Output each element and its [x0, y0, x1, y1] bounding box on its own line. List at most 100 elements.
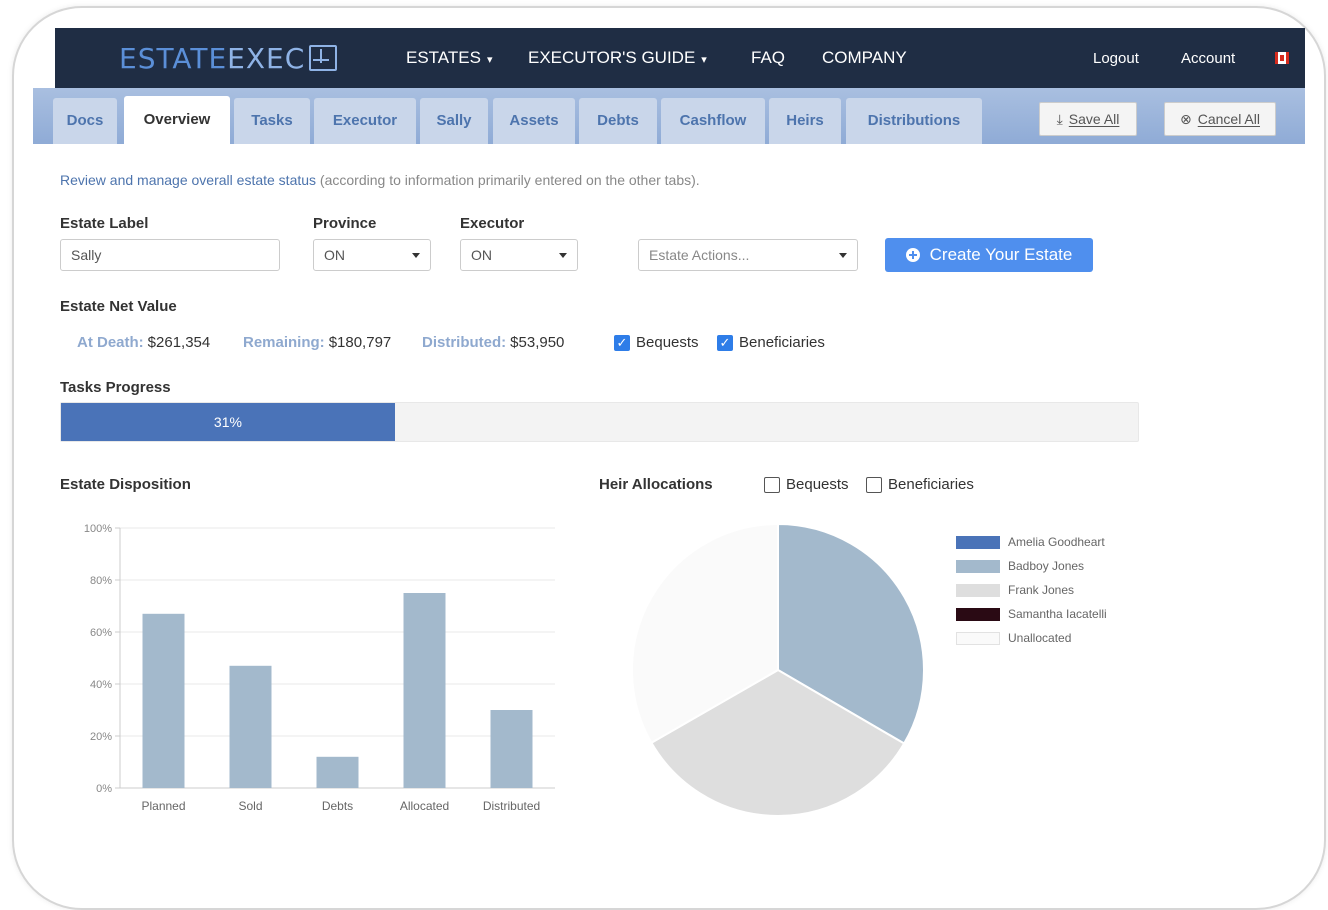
bar-distributed[interactable]: [490, 710, 533, 788]
create-estate-button[interactable]: Create Your Estate: [885, 238, 1093, 272]
x-tick-label: Debts: [322, 799, 353, 813]
legend-label: Unallocated: [1008, 631, 1072, 645]
heir-beneficiaries-label: Beneficiaries: [888, 476, 974, 493]
y-tick-label: 100%: [84, 523, 112, 535]
download-icon: ⤓: [1056, 111, 1063, 127]
tab-sally[interactable]: Sally: [420, 98, 488, 144]
net-bequests-label: Bequests: [636, 334, 699, 351]
legend-label: Amelia Goodheart: [1008, 535, 1105, 549]
y-tick-label: 60%: [90, 627, 112, 639]
net-bequests-checkbox[interactable]: ✓ Bequests: [614, 334, 699, 351]
intro-link[interactable]: Review and manage overall estate status: [60, 172, 316, 188]
bar-debts[interactable]: [316, 756, 359, 788]
nav-estates[interactable]: ESTATES ▾: [406, 48, 492, 68]
province-select[interactable]: ON: [313, 239, 431, 271]
bar-planned[interactable]: [142, 613, 185, 788]
plus-circle-icon: [905, 248, 920, 262]
estate-disposition-chart: 0% 20% 40% 60% 80% 100% Planned Sold Debts Alloca…: [84, 523, 555, 813]
logo-text-exec: EXEC: [227, 41, 306, 75]
save-all-label: Save All: [1068, 111, 1120, 127]
legend-item[interactable]: Unallocated: [956, 626, 1107, 650]
tab-bar: Docs Overview Tasks Executor Sally Asset…: [33, 88, 1305, 144]
legend-item[interactable]: Amelia Goodheart: [956, 530, 1107, 554]
nav-executors-guide-label: EXECUTOR'S GUIDE: [528, 48, 696, 67]
checkmark-icon: ✓: [614, 334, 630, 351]
tasks-progress-text: 31%: [213, 414, 242, 430]
distributed-label: Distributed:: [422, 334, 507, 351]
x-tick-label: Distributed: [483, 799, 540, 813]
legend-label: Badboy Jones: [1008, 559, 1085, 573]
logout-link[interactable]: Logout: [1093, 50, 1139, 67]
y-tick-label: 0%: [96, 783, 112, 795]
tab-heirs[interactable]: Heirs: [769, 98, 841, 144]
account-link[interactable]: Account: [1181, 50, 1235, 67]
remaining-value: Remaining: $180,797: [243, 334, 391, 351]
at-death-amount: $261,354: [147, 334, 211, 351]
tab-executor[interactable]: Executor: [314, 98, 416, 144]
tab-distributions[interactable]: Distributions: [846, 98, 982, 144]
bar-sold[interactable]: [229, 665, 272, 788]
tasks-progress-fill: 31%: [61, 403, 395, 441]
caret-down-icon: [839, 253, 847, 258]
y-tick-label: 80%: [90, 575, 112, 587]
executor-select[interactable]: ON: [460, 239, 578, 271]
cancel-circle-icon: ⊗: [1180, 111, 1192, 127]
legend-swatch: [956, 631, 1000, 645]
estate-actions-select[interactable]: Estate Actions...: [638, 239, 858, 271]
heir-allocations-heading: Heir Allocations: [599, 476, 713, 493]
remaining-amount: $180,797: [328, 334, 392, 351]
legend-label: Frank Jones: [1008, 583, 1075, 597]
distributed-value: Distributed: $53,950: [422, 334, 564, 351]
nav-estates-label: ESTATES: [406, 48, 481, 67]
save-all-button[interactable]: ⤓ Save All: [1039, 102, 1137, 136]
caret-down-icon: [412, 253, 420, 258]
heir-bequests-checkbox[interactable]: Bequests: [764, 476, 849, 493]
tab-cashflow[interactable]: Cashflow: [661, 98, 765, 144]
checkbox-unchecked-icon: [866, 476, 882, 493]
create-estate-label: Create Your Estate: [929, 245, 1073, 264]
estate-net-value-heading: Estate Net Value: [60, 298, 177, 315]
logo[interactable]: ESTATE EXEC: [119, 40, 338, 76]
legend-item[interactable]: Frank Jones: [956, 578, 1107, 602]
heir-allocations-legend: Amelia Goodheart Badboy Jones Frank Jones S…: [956, 530, 1107, 650]
cancel-all-button[interactable]: ⊗ Cancel All: [1164, 102, 1276, 136]
tab-tasks[interactable]: Tasks: [234, 98, 310, 144]
tasks-progress-heading: Tasks Progress: [60, 379, 171, 396]
chevron-down-icon: ▾: [701, 54, 707, 66]
legend-item[interactable]: Samantha Iacatelli: [956, 602, 1107, 626]
net-beneficiaries-label: Beneficiaries: [739, 334, 825, 351]
intro-text: Review and manage overall estate status …: [60, 172, 700, 188]
legend-swatch: [956, 559, 1000, 573]
legend-swatch: [956, 535, 1000, 549]
heir-allocations-chart: [631, 522, 925, 817]
logo-text-estate: ESTATE: [119, 41, 228, 75]
estate-actions-placeholder: Estate Actions...: [649, 247, 750, 263]
x-tick-label: Allocated: [400, 799, 449, 813]
tab-overview[interactable]: Overview: [124, 96, 230, 144]
heir-beneficiaries-checkbox[interactable]: Beneficiaries: [866, 476, 974, 493]
caret-down-icon: [559, 253, 567, 258]
nav-executors-guide[interactable]: EXECUTOR'S GUIDE ▾: [528, 48, 707, 68]
tab-docs[interactable]: Docs: [53, 98, 117, 144]
estate-label-input[interactable]: Sally: [60, 239, 280, 271]
tab-assets[interactable]: Assets: [493, 98, 575, 144]
heir-bequests-label: Bequests: [786, 476, 849, 493]
bar-allocated[interactable]: [403, 593, 446, 788]
intro-rest: (according to information primarily ente…: [316, 172, 700, 188]
nav-faq[interactable]: FAQ: [751, 48, 785, 68]
nav-company[interactable]: COMPANY: [822, 48, 907, 68]
net-beneficiaries-checkbox[interactable]: ✓ Beneficiaries: [717, 334, 825, 351]
y-tick-label: 20%: [90, 731, 112, 743]
executor-heading: Executor: [460, 215, 525, 232]
at-death-label: At Death:: [77, 334, 144, 351]
legend-label: Samantha Iacatelli: [1008, 607, 1107, 621]
checkmark-icon: ✓: [717, 334, 733, 351]
province-value: ON: [324, 247, 345, 263]
estate-label-heading: Estate Label: [60, 215, 149, 232]
tab-debts[interactable]: Debts: [579, 98, 657, 144]
canada-flag-icon[interactable]: [1275, 52, 1289, 64]
distributed-amount: $53,950: [510, 334, 565, 351]
scales-icon: [309, 45, 338, 71]
legend-item[interactable]: Badboy Jones: [956, 554, 1107, 578]
tasks-progress-bar: 31%: [60, 402, 1139, 442]
